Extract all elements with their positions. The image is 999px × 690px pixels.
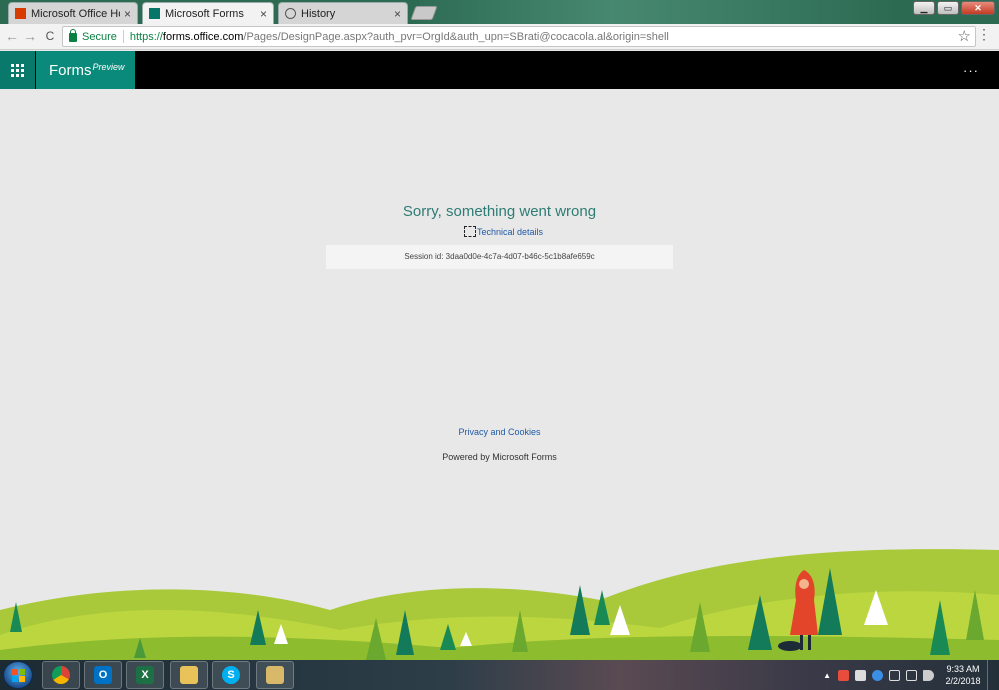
skype-icon: S [222,666,240,684]
taskbar-excel[interactable]: X [126,661,164,689]
documents-icon [266,666,284,684]
brand-preview-tag: Preview [92,62,125,72]
clock-date: 2/2/2018 [945,676,981,686]
url-host: forms.office.com [162,30,244,43]
back-button[interactable]: ← [4,28,20,44]
powered-by-text: Powered by Microsoft Forms [442,452,557,462]
forward-button[interactable]: → [22,28,38,44]
taskbar-file-explorer[interactable] [170,661,208,689]
tab-office-home[interactable]: Microsoft Office Home × [8,2,138,24]
tab-microsoft-forms[interactable]: Microsoft Forms × [142,2,274,24]
forms-header: Forms Preview ··· [0,51,999,89]
brand-name: Forms [49,61,92,79]
forms-icon [149,8,160,19]
url-path: /Pages/DesignPage.aspx?auth_pvr=OrgId&au… [243,30,669,43]
forms-brand[interactable]: Forms Preview [36,51,135,89]
url-scheme: https:// [129,30,163,43]
browser-toolbar: ← → C Secure https://forms.office.com/Pa… [0,24,999,50]
chrome-icon [52,666,70,684]
folder-icon [180,666,198,684]
notification-icon[interactable] [855,669,866,681]
tab-history[interactable]: History × [278,2,408,24]
tab-close-button[interactable]: × [260,7,267,21]
secure-label: Secure [82,30,117,43]
technical-details-link[interactable]: Technical details [477,227,543,237]
system-tray: ▲ 9:33 AM 2/2/2018 [823,660,997,690]
windows-logo-icon [12,669,25,682]
system-clock[interactable]: 9:33 AM 2/2/2018 [943,663,983,687]
history-icon [285,8,296,19]
landscape-illustration [0,549,999,660]
show-hidden-icons-button[interactable]: ▲ [823,671,831,680]
tab-close-button[interactable]: × [394,7,401,21]
browser-tab-strip: Microsoft Office Home × Microsoft Forms … [0,0,999,24]
taskbar-chrome[interactable] [42,661,80,689]
taskbar-outlook[interactable]: O [84,661,122,689]
show-desktop-button[interactable] [987,660,997,690]
onedrive-icon[interactable] [872,669,883,681]
volume-icon[interactable] [923,669,934,681]
clock-time: 9:33 AM [946,664,980,674]
tab-close-button[interactable]: × [124,7,131,21]
display-icon[interactable] [889,669,900,681]
network-icon[interactable] [906,669,917,681]
session-id-box: Session id: 3daa0d0e-4c7a-4d07-b46c-5c1b… [326,245,673,269]
technical-details-toggle[interactable]: Technical details [464,226,543,237]
taskbar-skype[interactable]: S [212,661,250,689]
expand-chevron-icon [464,226,476,237]
app-launcher-waffle-icon[interactable] [0,51,35,89]
excel-icon: X [136,666,154,684]
tab-label: Microsoft Office Home [31,7,120,20]
windows-taskbar: O X S ▲ 9:33 AM 2/2/2018 [0,660,999,690]
minimize-button[interactable]: ▁ [913,1,935,15]
taskbar-files[interactable] [256,661,294,689]
outlook-icon: O [94,666,112,684]
tab-label: Microsoft Forms [165,7,244,20]
privacy-cookies-link[interactable]: Privacy and Cookies [0,427,999,437]
error-title: Sorry, something went wrong [402,203,597,220]
maximize-button[interactable]: ▭ [937,1,959,15]
office-icon [15,8,26,19]
lock-icon [69,29,77,42]
browser-menu-icon[interactable]: ⋮ [977,27,991,41]
close-window-button[interactable]: ✕ [961,1,995,15]
titlebar-background [420,0,900,24]
more-options-icon[interactable]: ··· [963,63,979,78]
security-alert-icon[interactable] [838,669,849,681]
tab-label: History [301,7,336,20]
address-bar[interactable]: Secure https://forms.office.com/Pages/De… [62,26,976,47]
address-separator [122,30,124,43]
window-controls: ▁ ▭ ✕ [913,1,995,15]
start-button[interactable] [3,661,33,689]
reload-button[interactable]: C [42,29,58,43]
bookmark-star-icon[interactable]: ☆ [958,27,971,45]
